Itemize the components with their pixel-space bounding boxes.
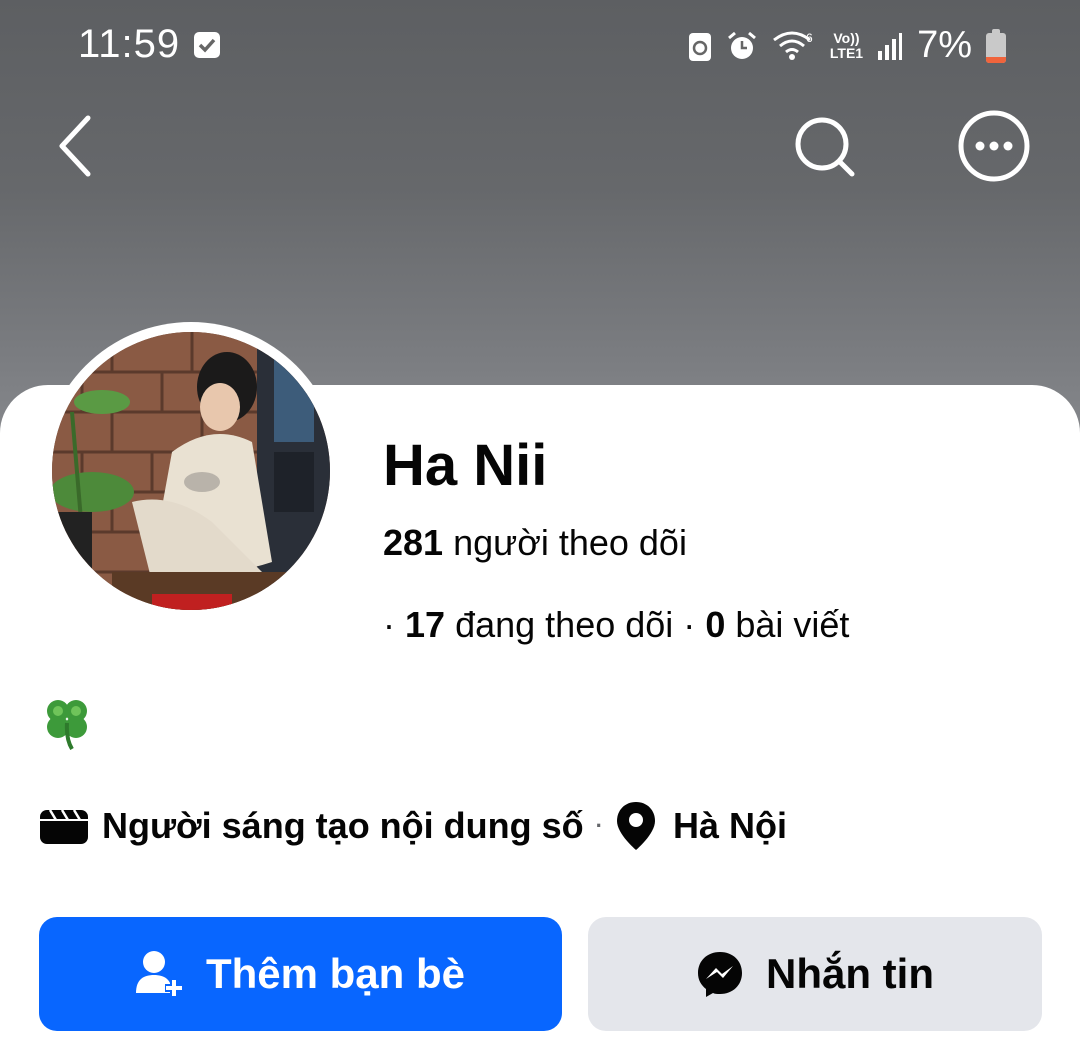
back-button[interactable] <box>50 110 110 180</box>
wifi-icon: 6 <box>772 30 816 62</box>
battery-icon <box>986 28 1006 63</box>
more-icon <box>958 110 1030 182</box>
category-label: Người sáng tạo nội dung số <box>102 805 584 846</box>
status-icons: 6 Vo)) LTE1 7% <box>688 24 1006 67</box>
avatar[interactable] <box>52 332 330 610</box>
message-label: Nhắn tin <box>766 950 934 997</box>
volte-lte-indicator: Vo)) LTE1 <box>829 29 864 61</box>
profile-details: Người sáng tạo nội dung số · Hà Nội <box>40 800 787 852</box>
following-label[interactable]: đang theo dõi <box>455 604 673 645</box>
add-friend-button[interactable]: Thêm bạn bè <box>39 917 562 1031</box>
bio-clover-icon: 🍀 <box>42 695 92 751</box>
location-pin-icon <box>616 802 655 850</box>
profile-screen: 11:59 6 Vo)) LTE1 7% Ha Nii 281 người th… <box>0 0 1080 1064</box>
signal-icon <box>877 31 903 61</box>
lte-label: LTE1 <box>829 44 864 61</box>
svg-text:6: 6 <box>806 31 813 45</box>
checkbox-notification-icon <box>194 32 220 58</box>
posts-count: 0 <box>705 604 726 645</box>
message-button[interactable]: Nhắn tin <box>588 917 1042 1031</box>
status-time: 11:59 <box>78 22 181 66</box>
followers-count: 281 <box>383 522 444 563</box>
more-options-button[interactable] <box>956 108 1032 184</box>
followers-stat[interactable]: 281 người theo dõi <box>383 522 687 564</box>
status-bar: 11:59 6 Vo)) LTE1 7% <box>0 0 1080 92</box>
dot-separator: · <box>595 813 603 838</box>
add-friend-label: Thêm bạn bè <box>205 950 466 997</box>
messenger-icon <box>696 950 744 998</box>
alarm-icon <box>726 30 758 62</box>
search-icon <box>795 117 855 177</box>
bullet-separator: · <box>383 604 395 645</box>
location-label[interactable]: Hà Nội <box>673 805 787 847</box>
add-friend-icon <box>135 949 184 999</box>
search-button[interactable] <box>790 112 860 182</box>
volte-label: Vo)) <box>833 29 860 46</box>
clapperboard-icon <box>40 806 88 846</box>
posts-label: bài viết <box>735 604 850 645</box>
battery-percent: 7% <box>917 24 972 66</box>
following-count[interactable]: 17 <box>405 604 445 645</box>
followers-label: người theo dõi <box>453 522 687 563</box>
bullet-separator: · <box>683 604 696 645</box>
recycle-notification-icon <box>688 30 712 62</box>
secondary-stats: · 17 đang theo dõi · 0 bài viết <box>383 604 849 646</box>
profile-name: Ha Nii <box>383 433 548 498</box>
